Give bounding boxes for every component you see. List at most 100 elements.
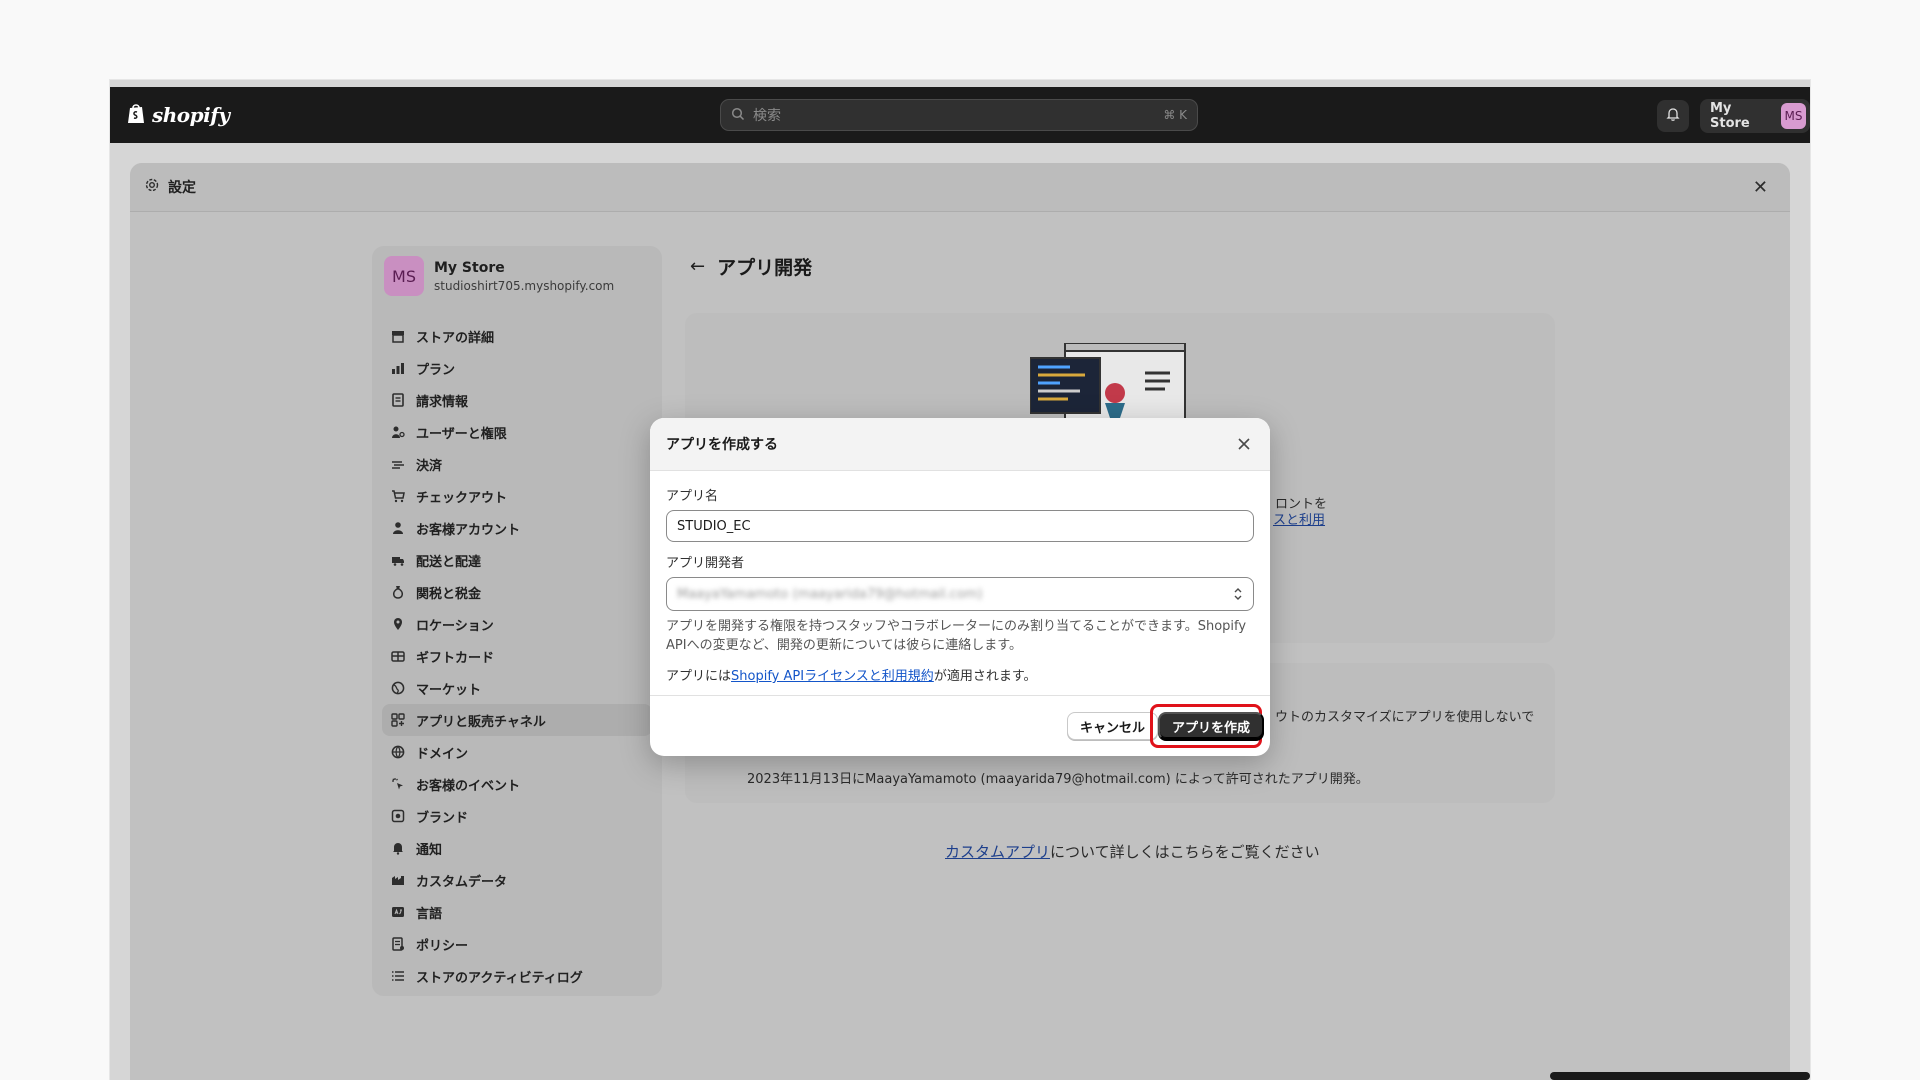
- sidebar-item-checkout[interactable]: チェックアウト: [382, 480, 652, 512]
- search-shortcut: ⌘ K: [1163, 108, 1187, 122]
- sidebar-item-label: チェックアウト: [416, 490, 508, 506]
- sidebar-item-label: ストアの詳細: [416, 330, 495, 346]
- sidebar-item-label: マーケット: [416, 682, 482, 698]
- custom-apps-line: カスタムアプリについて詳しくはこちらをご覧ください: [945, 841, 1320, 862]
- cancel-button[interactable]: キャンセル: [1067, 712, 1159, 740]
- sidebar-item-gift-cards[interactable]: ギフトカード: [382, 640, 652, 672]
- store-card-domain: studioshirt705.myshopify.com: [434, 278, 615, 293]
- globe-icon: [390, 680, 406, 696]
- sidebar-item-label: 関税と税金: [416, 586, 482, 602]
- sidebar-item-label: ポリシー: [416, 938, 469, 954]
- bell-icon: [1665, 106, 1681, 126]
- store-card[interactable]: MS My Store studioshirt705.myshopify.com: [372, 246, 662, 306]
- sidebar-item-locations[interactable]: ロケーション: [382, 608, 652, 640]
- sidebar-item-label: 決済: [416, 458, 443, 474]
- sidebar-item-label: 通知: [416, 842, 443, 858]
- sidebar-item-customer-accounts[interactable]: お客様アカウント: [382, 512, 652, 544]
- top-bar: shopify 検索 ⌘ K My Store MS: [110, 87, 1810, 143]
- sidebar-item-billing[interactable]: 請求情報: [382, 384, 652, 416]
- payments-icon: [390, 456, 406, 472]
- sidebar-item-label: プラン: [416, 362, 456, 378]
- terms-line: アプリにはShopify APIライセンスと利用規約が適用されます。: [666, 665, 1254, 684]
- close-icon[interactable]: ✕: [1753, 177, 1768, 198]
- language-icon: [390, 904, 406, 920]
- developer-help-text: アプリを開発する権限を持つスタッフやコラボレーターにのみ割り当てることができます…: [666, 619, 1247, 653]
- truck-icon: [390, 552, 406, 568]
- policy-icon: [390, 936, 406, 952]
- sidebar-item-languages[interactable]: 言語: [382, 896, 652, 928]
- sidebar-item-policies[interactable]: ポリシー: [382, 928, 652, 960]
- sidebar-item-payments[interactable]: 決済: [382, 448, 652, 480]
- apps-icon: [390, 712, 406, 728]
- settings-menu: ストアの詳細 プラン 請求情報 ユーザーと権限 決済 チェックアウト お客様アカ…: [372, 320, 662, 992]
- back-arrow-icon[interactable]: ←: [690, 256, 705, 277]
- terms-suffix: が適用されます。: [933, 669, 1037, 684]
- users-icon: [390, 424, 406, 440]
- sidebar-item-label: ユーザーと権限: [416, 426, 507, 442]
- billing-icon: [390, 392, 406, 408]
- sidebar-item-domains[interactable]: ドメイン: [382, 736, 652, 768]
- sidebar-item-label: 言語: [416, 906, 443, 922]
- avatar: MS: [1781, 103, 1806, 129]
- create-app-button[interactable]: アプリを作成: [1158, 712, 1265, 740]
- cursor-click-icon: [390, 776, 406, 792]
- gift-card-icon: [390, 648, 406, 664]
- dialog-header: アプリを作成する: [650, 418, 1270, 471]
- sidebar-item-activity-log[interactable]: ストアのアクティビティログ: [382, 960, 652, 992]
- settings-sidebar: MS My Store studioshirt705.myshopify.com…: [372, 246, 662, 996]
- sidebar-item-label: 配送と配達: [416, 554, 482, 570]
- sidebar-item-taxes[interactable]: 関税と税金: [382, 576, 652, 608]
- card1-partial-link-wrapper: スと利用: [1273, 509, 1325, 528]
- sidebar-item-users[interactable]: ユーザーと権限: [382, 416, 652, 448]
- notifications-button[interactable]: [1657, 100, 1689, 132]
- store-menu-button[interactable]: My Store MS: [1700, 99, 1810, 133]
- sidebar-item-label: 請求情報: [416, 394, 469, 410]
- sidebar-item-brand[interactable]: ブランド: [382, 800, 652, 832]
- sidebar-item-notifications[interactable]: 通知: [382, 832, 652, 864]
- developer-select-value: MaayaYamamoto (maayarida79@hotmail.com): [677, 586, 983, 602]
- terms-prefix: アプリには: [666, 669, 732, 684]
- sidebar-item-label: ドメイン: [416, 746, 469, 762]
- dialog-title: アプリを作成する: [666, 437, 778, 453]
- shopify-logo[interactable]: shopify: [126, 103, 230, 127]
- sidebar-item-apps-and-sales-channels[interactable]: アプリと販売チャネル: [382, 704, 652, 736]
- chevron-up-down-icon: [1233, 586, 1243, 605]
- sidebar-item-label: お客様アカウント: [416, 522, 521, 538]
- sidebar-item-label: カスタムデータ: [416, 874, 508, 890]
- store-name: My Store: [1710, 101, 1750, 131]
- sidebar-item-custom-data[interactable]: カスタムデータ: [382, 864, 652, 896]
- sidebar-item-markets[interactable]: マーケット: [382, 672, 652, 704]
- developer-select[interactable]: MaayaYamamoto (maayarida79@hotmail.com): [666, 577, 1254, 611]
- sidebar-item-label: ストアのアクティビティログ: [416, 970, 583, 986]
- search-icon: [731, 106, 745, 125]
- card1-partial-link[interactable]: スと利用: [1273, 513, 1325, 528]
- domain-globe-icon: [390, 744, 406, 760]
- search-placeholder: 検索: [753, 108, 781, 124]
- list-icon: [390, 968, 406, 984]
- page-title: アプリ開発: [717, 257, 813, 279]
- sidebar-item-store-details[interactable]: ストアの詳細: [382, 320, 652, 352]
- sidebar-item-label: お客様のイベント: [416, 778, 521, 794]
- custom-apps-link[interactable]: カスタムアプリ: [945, 843, 1050, 861]
- sidebar-item-customer-events[interactable]: お客様のイベント: [382, 768, 652, 800]
- terms-link[interactable]: Shopify APIライセンスと利用規約: [731, 669, 934, 684]
- plan-chart-icon: [390, 360, 406, 376]
- settings-header: 設定 ✕: [130, 163, 1790, 212]
- app-name-label: アプリ名: [666, 489, 719, 504]
- sidebar-item-shipping[interactable]: 配送と配達: [382, 544, 652, 576]
- close-icon[interactable]: [1234, 434, 1254, 454]
- app-name-input[interactable]: [666, 510, 1254, 542]
- dialog-footer: キャンセル アプリを作成: [650, 695, 1270, 756]
- sidebar-item-label: ギフトカード: [416, 650, 495, 666]
- card2-partial-text: ウトのカスタマイズにアプリを使用しないで: [1275, 710, 1535, 725]
- page-header: ← アプリ開発: [690, 253, 812, 280]
- brand-icon: [390, 808, 406, 824]
- settings-title: 設定: [168, 180, 196, 196]
- location-pin-icon: [390, 616, 406, 632]
- notification-bell-icon: [390, 840, 406, 856]
- search-bar[interactable]: 検索 ⌘ K: [720, 99, 1198, 131]
- dialog-body: アプリ名 アプリ開発者 MaayaYamamoto (maayarida79@h…: [650, 471, 1270, 684]
- sidebar-item-plan[interactable]: プラン: [382, 352, 652, 384]
- custom-apps-suffix: について詳しくはこちらをご覧ください: [1050, 843, 1320, 861]
- logo-text: shopify: [152, 103, 230, 127]
